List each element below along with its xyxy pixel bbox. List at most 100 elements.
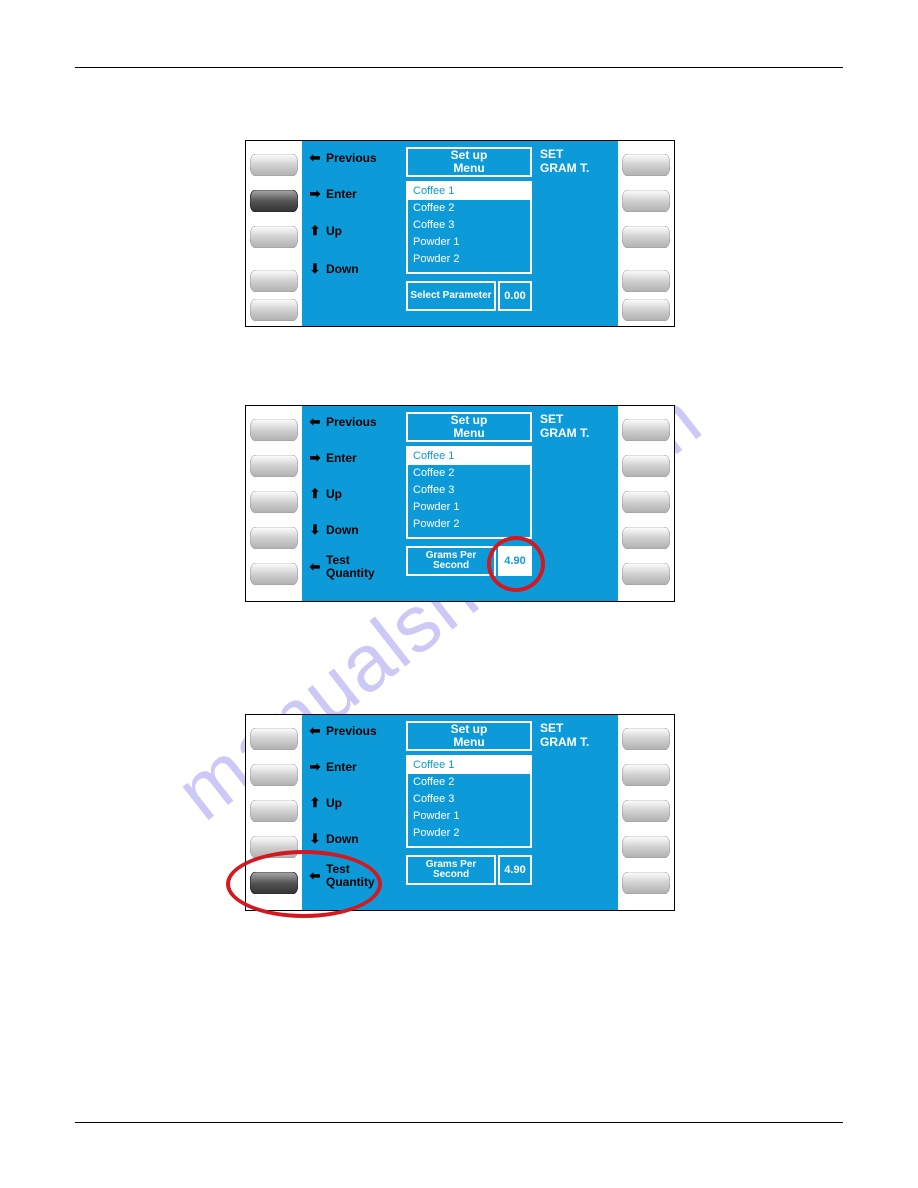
- nav-enter: ➡Enter: [308, 759, 357, 775]
- nav-up: ⬆Up: [308, 223, 342, 239]
- arrow-right-icon: ➡: [308, 759, 322, 775]
- phys-button-r1[interactable]: [622, 728, 670, 750]
- phys-button-r2[interactable]: [622, 764, 670, 786]
- nav-previous: ⬅Previous: [308, 723, 377, 739]
- phys-button-r3[interactable]: [622, 800, 670, 822]
- param-label: Grams Per Second: [406, 855, 496, 885]
- phys-button-r2[interactable]: [622, 190, 670, 212]
- right-buttons: [618, 715, 674, 910]
- right-buttons: [618, 406, 674, 601]
- phys-button-l4[interactable]: [250, 836, 298, 858]
- ingredient-list: Coffee 1 Coffee 2 Coffee 3 Powder 1 Powd…: [406, 446, 532, 539]
- panel-2: Set up Menu SET GRAM T. Coffee 1 Coffee …: [245, 405, 675, 602]
- list-item[interactable]: Coffee 3: [408, 791, 530, 808]
- nav-up: ⬆Up: [308, 486, 342, 502]
- param-value: 4.90: [498, 546, 532, 576]
- nav-previous: ⬅Previous: [308, 150, 377, 166]
- list-item[interactable]: Powder 1: [408, 499, 530, 516]
- list-item[interactable]: Powder 2: [408, 516, 530, 533]
- nav-up: ⬆Up: [308, 795, 342, 811]
- list-item[interactable]: Coffee 1: [408, 757, 530, 774]
- param-label: Grams Per Second: [406, 546, 496, 576]
- list-item[interactable]: Powder 1: [408, 234, 530, 251]
- phys-button-l2[interactable]: [250, 190, 298, 212]
- divider-bottom: [75, 1122, 843, 1123]
- param-value: 0.00: [498, 281, 532, 311]
- display-3: Set up Menu SET GRAM T. Coffee 1 Coffee …: [302, 715, 618, 910]
- right-buttons: [618, 141, 674, 326]
- arrow-up-icon: ⬆: [308, 486, 322, 502]
- display-1: Set up Menu SET GRAM T. Coffee 1 Coffee …: [302, 141, 618, 326]
- arrow-left-icon: ⬅: [308, 723, 322, 739]
- panel-3: Set up Menu SET GRAM T. Coffee 1 Coffee …: [245, 714, 675, 911]
- phys-button-l2[interactable]: [250, 455, 298, 477]
- phys-button-l1[interactable]: [250, 728, 298, 750]
- phys-button-l1[interactable]: [250, 419, 298, 441]
- nav-enter: ➡Enter: [308, 450, 357, 466]
- phys-button-r1[interactable]: [622, 154, 670, 176]
- arrow-up-icon: ⬆: [308, 223, 322, 239]
- panel-1: Set up Menu SET GRAM T. Coffee 1 Coffee …: [245, 140, 675, 327]
- phys-button-r5[interactable]: [622, 872, 670, 894]
- phys-button-l5[interactable]: [250, 563, 298, 585]
- nav-down: ⬇Down: [308, 522, 359, 538]
- phys-button-l1[interactable]: [250, 154, 298, 176]
- param-value: 4.90: [498, 855, 532, 885]
- set-gram-t-title: SET GRAM T.: [540, 721, 589, 750]
- arrow-down-icon: ⬇: [308, 522, 322, 538]
- phys-button-r4[interactable]: [622, 836, 670, 858]
- nav-previous: ⬅Previous: [308, 414, 377, 430]
- phys-button-r1[interactable]: [622, 419, 670, 441]
- phys-button-l5[interactable]: [250, 299, 298, 321]
- phys-button-r3[interactable]: [622, 226, 670, 248]
- phys-button-r3[interactable]: [622, 491, 670, 513]
- list-item[interactable]: Coffee 1: [408, 183, 530, 200]
- phys-button-r5[interactable]: [622, 299, 670, 321]
- nav-enter: ➡Enter: [308, 186, 357, 202]
- left-buttons: [246, 715, 302, 910]
- set-gram-t-title: SET GRAM T.: [540, 412, 589, 441]
- phys-button-r2[interactable]: [622, 455, 670, 477]
- param-label: Select Parameter: [406, 281, 496, 311]
- phys-button-l3[interactable]: [250, 226, 298, 248]
- list-item[interactable]: Powder 2: [408, 825, 530, 842]
- list-item[interactable]: Powder 2: [408, 251, 530, 268]
- phys-button-r4[interactable]: [622, 270, 670, 292]
- ingredient-list: Coffee 1 Coffee 2 Coffee 3 Powder 1 Powd…: [406, 755, 532, 848]
- nav-test-quantity: ⬅Test Quantity: [308, 863, 375, 888]
- setup-menu-title: Set up Menu: [406, 147, 532, 177]
- list-item[interactable]: Coffee 3: [408, 217, 530, 234]
- display-2: Set up Menu SET GRAM T. Coffee 1 Coffee …: [302, 406, 618, 601]
- phys-button-l3[interactable]: [250, 800, 298, 822]
- arrow-left-icon: ⬅: [308, 414, 322, 430]
- left-buttons: [246, 141, 302, 326]
- arrow-left-icon: ⬅: [308, 868, 322, 884]
- list-item[interactable]: Coffee 3: [408, 482, 530, 499]
- nav-test-quantity: ⬅Test Quantity: [308, 554, 375, 579]
- left-buttons: [246, 406, 302, 601]
- arrow-down-icon: ⬇: [308, 261, 322, 277]
- list-item[interactable]: Coffee 2: [408, 465, 530, 482]
- nav-down: ⬇Down: [308, 831, 359, 847]
- arrow-right-icon: ➡: [308, 186, 322, 202]
- list-item[interactable]: Powder 1: [408, 808, 530, 825]
- arrow-left-icon: ⬅: [308, 559, 322, 575]
- arrow-right-icon: ➡: [308, 450, 322, 466]
- ingredient-list: Coffee 1 Coffee 2 Coffee 3 Powder 1 Powd…: [406, 181, 532, 274]
- phys-button-l4[interactable]: [250, 527, 298, 549]
- nav-down: ⬇Down: [308, 261, 359, 277]
- phys-button-l3[interactable]: [250, 491, 298, 513]
- list-item[interactable]: Coffee 1: [408, 448, 530, 465]
- phys-button-l4[interactable]: [250, 270, 298, 292]
- divider-top: [75, 67, 843, 68]
- phys-button-r4[interactable]: [622, 527, 670, 549]
- phys-button-r5[interactable]: [622, 563, 670, 585]
- setup-menu-title: Set up Menu: [406, 721, 532, 751]
- arrow-down-icon: ⬇: [308, 831, 322, 847]
- phys-button-l2[interactable]: [250, 764, 298, 786]
- setup-menu-title: Set up Menu: [406, 412, 532, 442]
- list-item[interactable]: Coffee 2: [408, 200, 530, 217]
- phys-button-l5[interactable]: [250, 872, 298, 894]
- arrow-left-icon: ⬅: [308, 150, 322, 166]
- list-item[interactable]: Coffee 2: [408, 774, 530, 791]
